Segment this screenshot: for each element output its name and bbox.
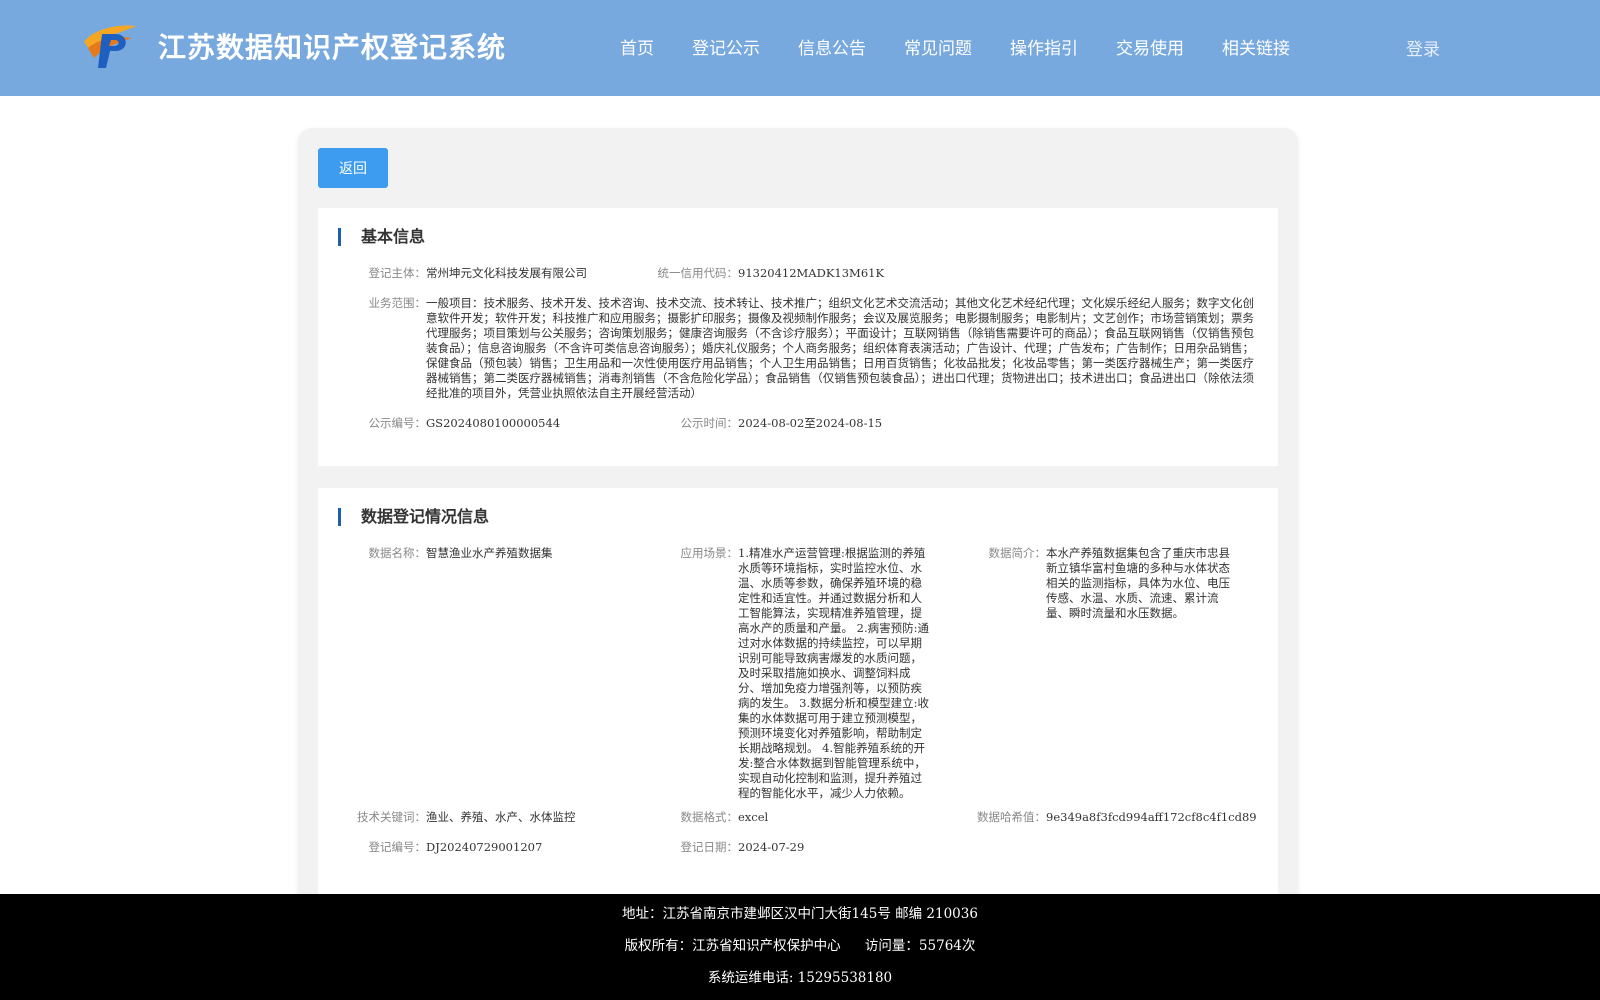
top-header: 江苏数据知识产权登记系统 首页 登记公示 信息公告 常见问题 操作指引 交易使用… xyxy=(0,0,1600,96)
keywords-value: 渔业、养殖、水产、水体监控 xyxy=(426,810,576,824)
registration-info-card: 数据登记情况信息 数据名称： 智慧渔业水产养殖数据集 应用场景： 1.精准水产运… xyxy=(318,488,1278,908)
scenario-field: 应用场景： 1.精准水产运营管理:根据监测的养殖水质等环境指标，实时监控水位、水… xyxy=(638,546,938,800)
intro-field: 数据简介： 本水产养殖数据集包含了重庆市忠县新立镇华富村鱼塘的多种与水体状态相关… xyxy=(938,546,1268,626)
site-logo-icon[interactable] xyxy=(80,20,140,70)
detail-container: 返回 基本信息 登记主体： 常州坤元文化科技发展有限公司 统一信用代码： 913… xyxy=(298,128,1298,908)
keywords-field: 技术关键词： 渔业、养殖、水产、水体监控 xyxy=(338,810,638,826)
notice-time-field: 公示时间： 2024-08-02至2024-08-15 xyxy=(638,416,958,432)
reg-no-label: 登记编号： xyxy=(368,840,427,854)
scenario-value: 1.精准水产运营管理:根据监测的养殖水质等环境指标，实时监控水位、水温、水质等参… xyxy=(738,546,930,800)
reg-no-value: DJ20240729001207 xyxy=(426,840,543,854)
subject-field: 登记主体： 常州坤元文化科技发展有限公司 xyxy=(338,266,638,282)
back-button[interactable]: 返回 xyxy=(318,148,388,188)
format-label: 数据格式： xyxy=(680,810,739,824)
intro-value: 本水产养殖数据集包含了重庆市忠县新立镇华富村鱼塘的多种与水体状态相关的监测指标，… xyxy=(1046,546,1230,620)
notice-no-field: 公示编号： GS2024080100000544 xyxy=(338,416,638,432)
footer-copyright: 版权所有：江苏省知识产权保护中心 xyxy=(624,938,841,954)
subject-value: 常州坤元文化科技发展有限公司 xyxy=(426,266,587,280)
data-name-field: 数据名称： 智慧渔业水产养殖数据集 xyxy=(338,546,638,562)
site-title: 江苏数据知识产权登记系统 xyxy=(158,31,507,64)
nav-registration-notice[interactable]: 登记公示 xyxy=(692,34,760,59)
footer-address: 地址：江苏省南京市建邺区汉中门大街145号 邮编 210036 xyxy=(622,906,978,922)
reg-date-label: 登记日期： xyxy=(680,840,739,854)
credit-code-value: 91320412MADK13M61K xyxy=(738,266,885,280)
section-title-basic-info: 基本信息 xyxy=(338,228,425,246)
notice-time-label: 公示时间： xyxy=(680,416,739,430)
notice-no-label: 公示编号： xyxy=(368,416,427,430)
scenario-label: 应用场景： xyxy=(680,546,739,560)
credit-code-field: 统一信用代码： 91320412MADK13M61K xyxy=(638,266,958,282)
basic-info-card: 基本信息 登记主体： 常州坤元文化科技发展有限公司 统一信用代码： 913204… xyxy=(318,208,1278,466)
format-value: excel xyxy=(738,810,769,824)
data-name-label: 数据名称： xyxy=(368,546,427,560)
nav-trade-use[interactable]: 交易使用 xyxy=(1116,34,1184,59)
main-nav: 首页 登记公示 信息公告 常见问题 操作指引 交易使用 相关链接 xyxy=(620,34,1328,59)
login-link[interactable]: 登录 xyxy=(1406,35,1440,60)
business-scope-field: 业务范围： 一般项目：技术服务、技术开发、技术咨询、技术交流、技术转让、技术推广… xyxy=(338,296,1258,406)
reg-no-field: 登记编号： DJ20240729001207 xyxy=(338,840,638,856)
notice-time-value: 2024-08-02至2024-08-15 xyxy=(738,416,883,430)
keywords-label: 技术关键词： xyxy=(357,810,426,824)
business-scope-label: 业务范围： xyxy=(368,296,427,310)
business-scope-value: 一般项目：技术服务、技术开发、技术咨询、技术交流、技术转让、技术推广；组织文化艺… xyxy=(426,296,1254,400)
hash-label: 数据哈希值： xyxy=(977,810,1046,824)
nav-related-links[interactable]: 相关链接 xyxy=(1222,34,1290,59)
hash-value: 9e349a8f3fcd994aff172cf8c4f1cd89 xyxy=(1046,810,1257,824)
notice-no-value: GS2024080100000544 xyxy=(426,416,561,430)
nav-home[interactable]: 首页 xyxy=(620,34,654,59)
reg-date-value: 2024-07-29 xyxy=(738,840,805,854)
footer-copyright-row: 版权所有：江苏省知识产权保护中心 访问量：55764次 xyxy=(0,934,1600,954)
section-title-registration-info: 数据登记情况信息 xyxy=(338,508,489,526)
reg-date-field: 登记日期： 2024-07-29 xyxy=(638,840,938,856)
nav-guide[interactable]: 操作指引 xyxy=(1010,34,1078,59)
footer-visits: 访问量：55764次 xyxy=(864,938,976,954)
nav-faq[interactable]: 常见问题 xyxy=(904,34,972,59)
subject-label: 登记主体： xyxy=(368,266,427,280)
page-footer: 地址：江苏省南京市建邺区汉中门大街145号 邮编 210036 版权所有：江苏省… xyxy=(0,894,1600,1000)
format-field: 数据格式： excel xyxy=(638,810,938,826)
nav-info-announcement[interactable]: 信息公告 xyxy=(798,34,866,59)
data-name-value: 智慧渔业水产养殖数据集 xyxy=(426,546,553,560)
credit-code-label: 统一信用代码： xyxy=(657,266,739,280)
intro-label: 数据简介： xyxy=(988,546,1047,560)
hash-field: 数据哈希值： 9e349a8f3fcd994aff172cf8c4f1cd89 xyxy=(938,810,1268,826)
footer-phone: 系统运维电话: 15295538180 xyxy=(707,970,893,986)
